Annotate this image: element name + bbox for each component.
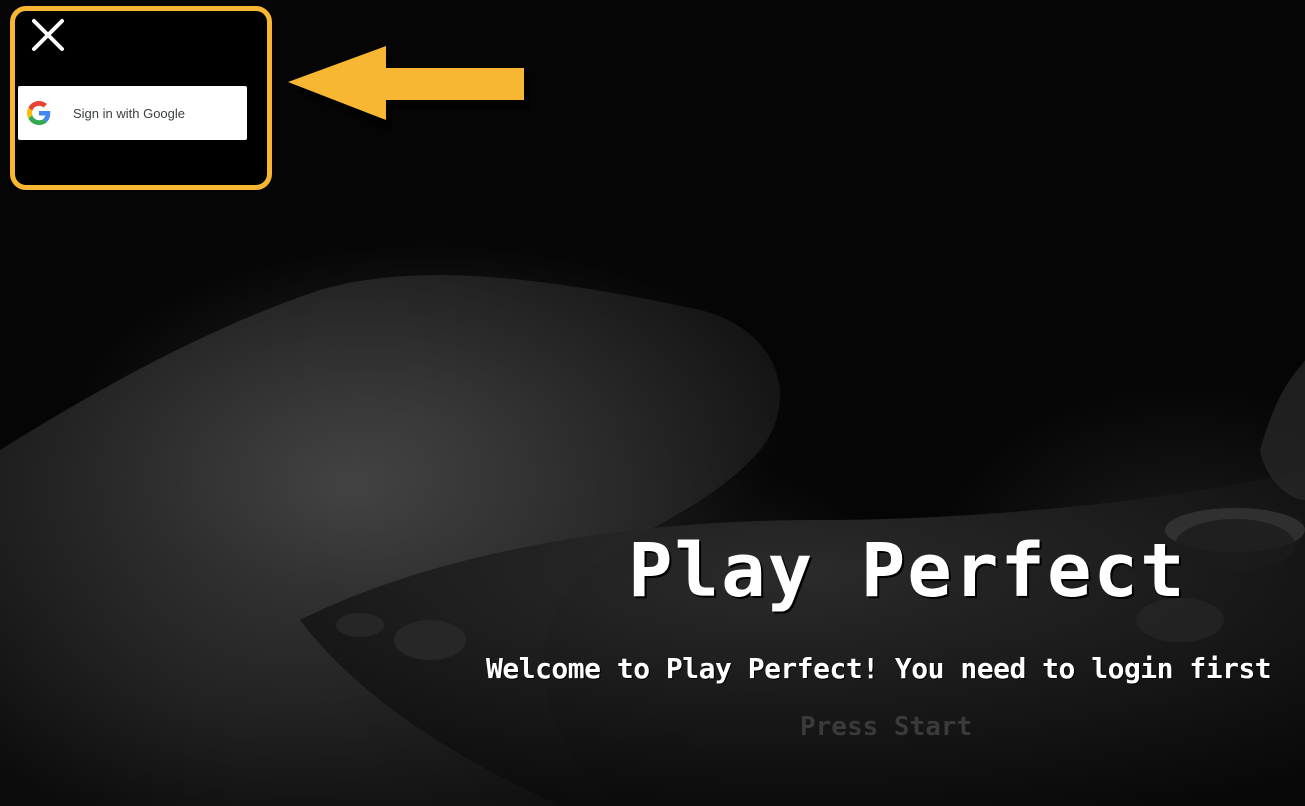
google-sign-in-button[interactable]: Sign in with Google bbox=[18, 86, 247, 140]
google-sign-in-label: Sign in with Google bbox=[73, 105, 186, 121]
google-logo-icon bbox=[27, 101, 51, 125]
page-title: Play Perfect bbox=[628, 528, 1187, 614]
close-button[interactable] bbox=[30, 17, 66, 53]
close-icon bbox=[32, 19, 64, 51]
login-page: Sign in with Google Play Perfect Welcome… bbox=[0, 0, 1305, 806]
welcome-message: Welcome to Play Perfect! You need to log… bbox=[486, 652, 1272, 685]
left-arrow-icon bbox=[288, 46, 530, 132]
press-start-button[interactable]: Press Start bbox=[800, 712, 972, 742]
